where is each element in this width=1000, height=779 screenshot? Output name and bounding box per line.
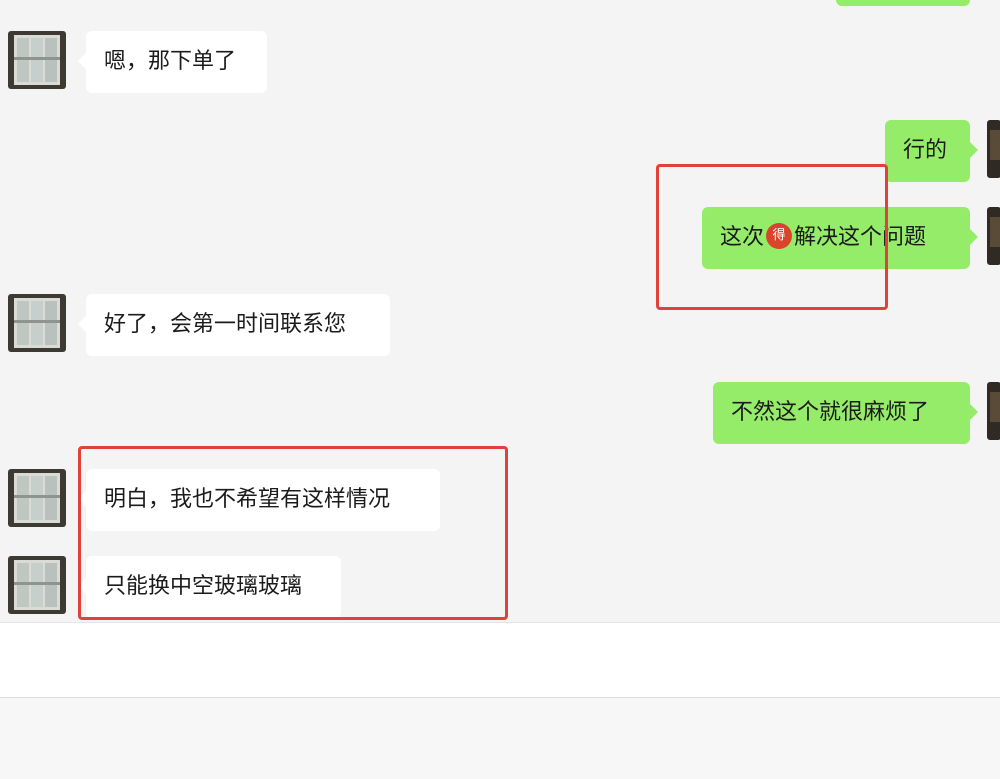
- dark-photo-avatar-icon: [987, 207, 1000, 265]
- compose-panel: [0, 622, 1000, 779]
- self-avatar[interactable]: [987, 207, 1000, 265]
- window-photo-avatar-icon: [8, 556, 66, 614]
- message-text: 不然这个就很麻烦了: [731, 400, 930, 425]
- window-photo-avatar-icon: [8, 469, 66, 527]
- contact-avatar[interactable]: [8, 294, 66, 352]
- previous-message-bubble-edge: [836, 0, 970, 6]
- highlight-box-incoming: [78, 446, 508, 620]
- contact-avatar[interactable]: [8, 31, 66, 89]
- message-text: 好了，会第一时间联系您: [104, 312, 347, 337]
- chat-message-area[interactable]: 嗯，那下单了 行的 这次得解决这个问题 好了，会第一时间联系您 不然这个就很麻烦…: [0, 0, 1000, 622]
- window-photo-avatar-icon: [8, 294, 66, 352]
- dark-photo-avatar-icon: [987, 382, 1000, 440]
- outgoing-message-bubble[interactable]: 不然这个就很麻烦了: [713, 382, 978, 444]
- message-input[interactable]: [0, 622, 1000, 698]
- contact-avatar[interactable]: [8, 469, 66, 527]
- message-text: 嗯，那下单了: [104, 49, 237, 74]
- contact-avatar[interactable]: [8, 556, 66, 614]
- window-photo-avatar-icon: [8, 31, 66, 89]
- highlight-box-outgoing: [656, 164, 888, 310]
- incoming-message-bubble[interactable]: 好了，会第一时间联系您: [78, 294, 390, 356]
- dark-photo-avatar-icon: [987, 120, 1000, 178]
- self-avatar[interactable]: [987, 120, 1000, 178]
- incoming-message-bubble[interactable]: 嗯，那下单了: [78, 31, 267, 93]
- outgoing-message-bubble[interactable]: 行的: [885, 120, 978, 182]
- message-text: 行的: [903, 138, 948, 163]
- self-avatar[interactable]: [987, 382, 1000, 440]
